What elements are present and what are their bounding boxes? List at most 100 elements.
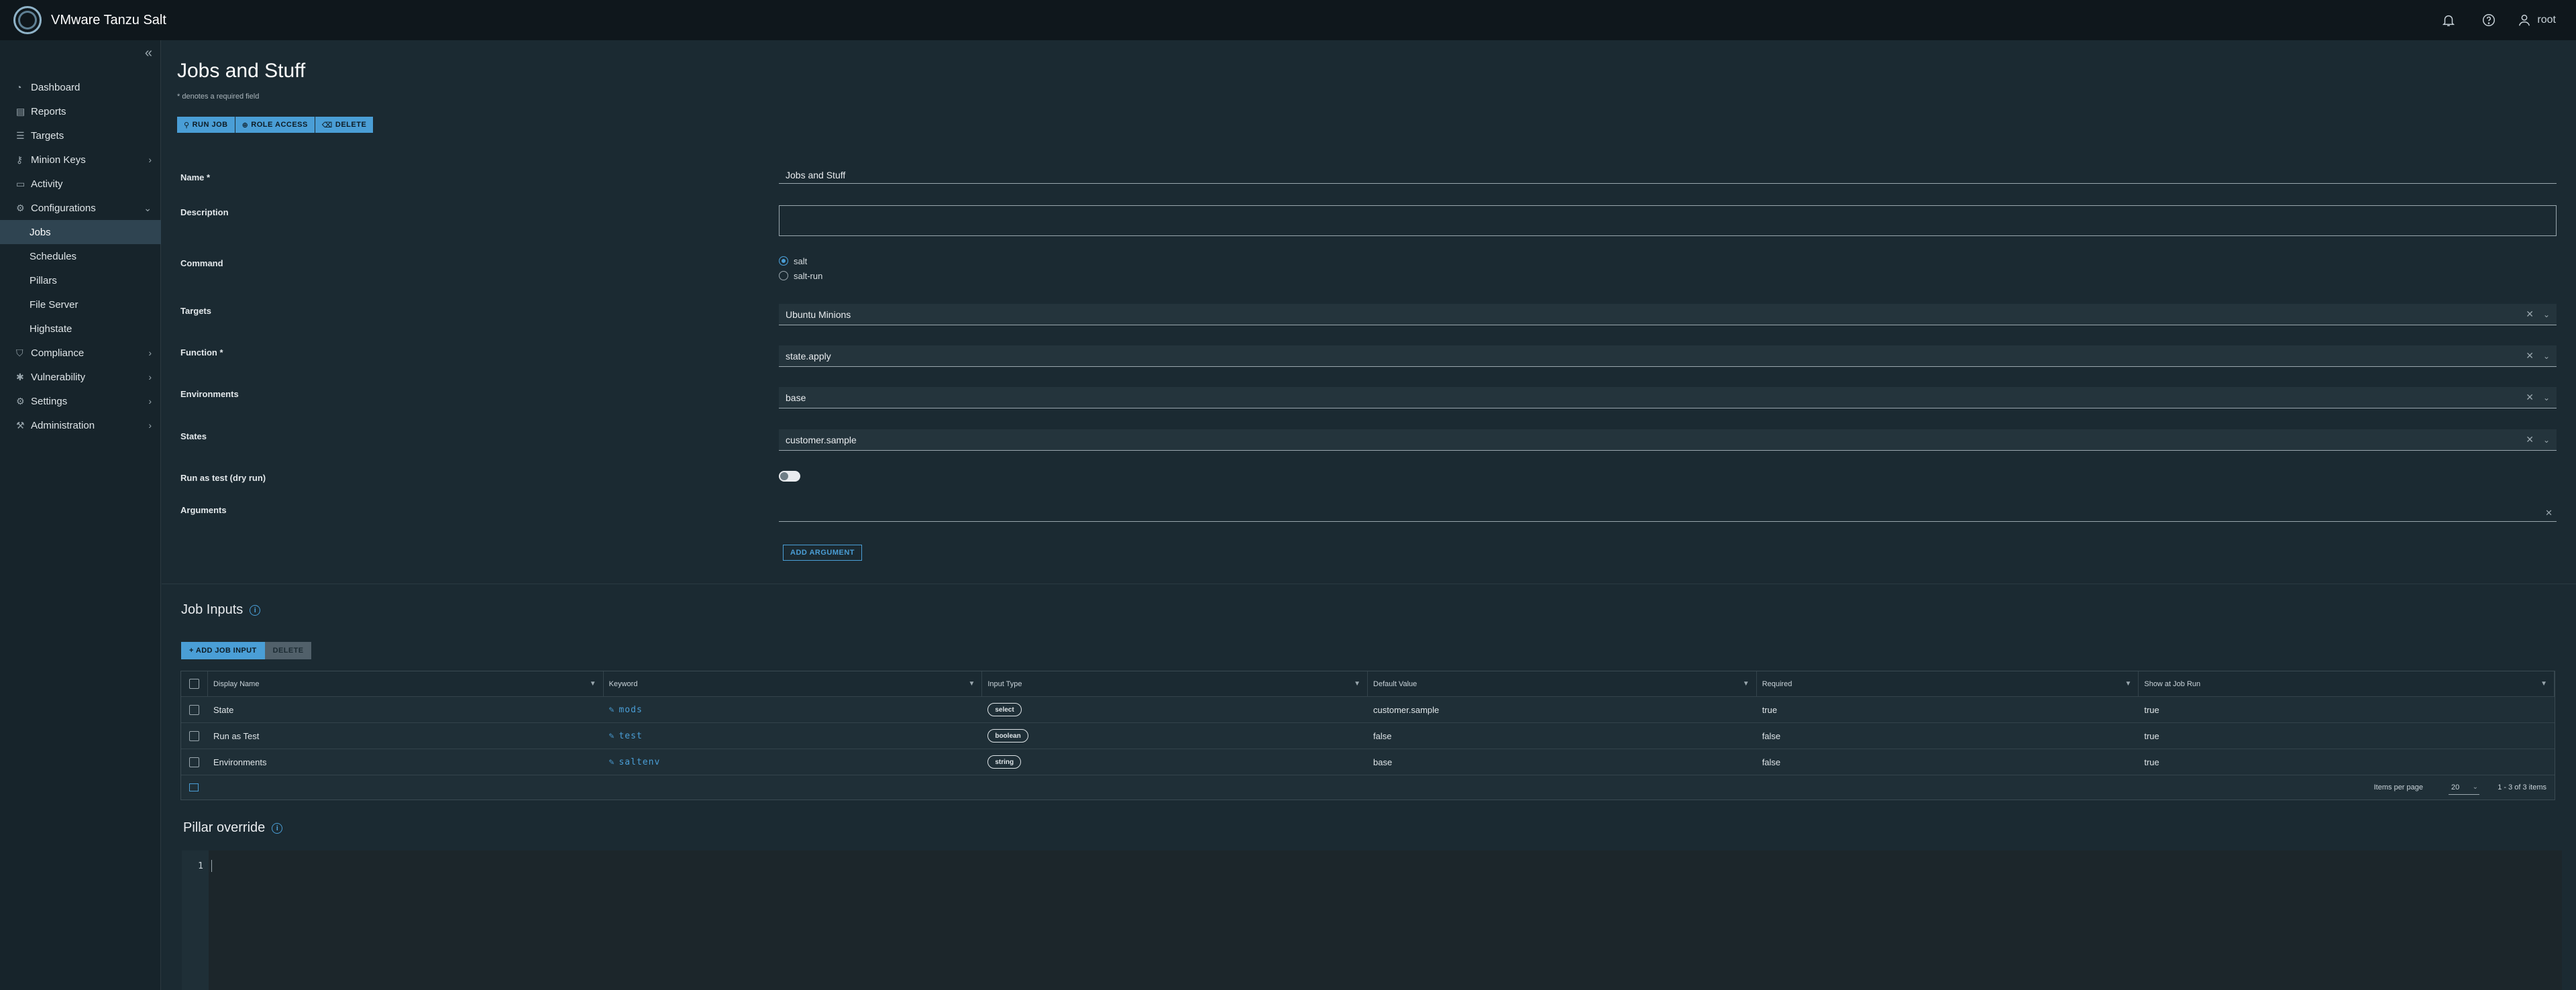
sidebar-item-compliance[interactable]: ⛉ Compliance › xyxy=(0,341,161,365)
column-header-input-type[interactable]: Input Type ▼ xyxy=(982,671,1368,696)
cell-required: false xyxy=(1762,730,1781,741)
info-icon[interactable]: i xyxy=(250,604,261,616)
command-option-salt-run[interactable]: salt-run xyxy=(779,268,2557,283)
sidebar-item-activity[interactable]: ▭ Activity xyxy=(0,172,161,196)
filter-icon[interactable]: ▼ xyxy=(590,680,596,688)
name-label: Name * xyxy=(180,172,211,182)
run-job-button[interactable]: ⚲ RUN JOB xyxy=(177,117,235,133)
column-toggle-icon[interactable] xyxy=(189,783,199,791)
add-argument-button[interactable]: ADD ARGUMENT xyxy=(783,545,863,561)
column-header-keyword[interactable]: Keyword ▼ xyxy=(604,671,983,696)
arguments-input[interactable]: ✕ xyxy=(779,504,2557,522)
select-all-checkbox[interactable] xyxy=(189,679,199,689)
function-value: state.apply xyxy=(786,350,831,362)
wrench-icon: ⚒ xyxy=(16,419,25,431)
cell-default-value: customer.sample xyxy=(1373,704,1440,715)
table-row: State ✎ mods select customer.sample true … xyxy=(181,697,2555,723)
filter-icon[interactable]: ▼ xyxy=(968,680,975,688)
radio-label: salt xyxy=(794,256,808,266)
pillar-editor[interactable]: 1 xyxy=(182,850,2562,990)
chevron-down-icon[interactable]: ⌄ xyxy=(2543,435,2550,445)
column-header-show-at-job-run[interactable]: Show at Job Run ▼ xyxy=(2139,671,2555,696)
states-select[interactable]: customer.sample ✕ ⌄ xyxy=(779,429,2557,451)
radio-unselected[interactable] xyxy=(779,271,788,280)
dry-run-toggle[interactable] xyxy=(779,471,800,482)
cell-display-name: Environments xyxy=(213,757,267,767)
chevron-down-icon[interactable]: ⌄ xyxy=(2543,351,2550,361)
keyword-link[interactable]: ✎ saltenv xyxy=(609,757,661,767)
sidebar-item-label: Pillars xyxy=(30,274,57,286)
collapse-sidebar-icon[interactable]: « xyxy=(145,46,152,61)
sidebar-item-jobs[interactable]: Jobs xyxy=(0,220,161,244)
sidebar-item-highstate[interactable]: Highstate xyxy=(0,317,161,341)
function-select[interactable]: state.apply ✕ ⌄ xyxy=(779,345,2557,367)
sidebar-item-configurations[interactable]: ⚙ Configurations ⌄ xyxy=(0,196,161,220)
description-input[interactable] xyxy=(779,205,2557,236)
environments-field-wrap: base ✕ ⌄ xyxy=(779,387,2557,408)
sidebar-item-label: Dashboard xyxy=(31,81,80,93)
keyword-link[interactable]: ✎ mods xyxy=(609,705,643,715)
sidebar-item-pillars[interactable]: Pillars xyxy=(0,268,161,292)
app-header: VMware Tanzu Salt root xyxy=(0,0,2576,40)
table-footer: Items per page 20 ⌄ 1 - 3 of 3 items xyxy=(181,775,2555,800)
keyword-link[interactable]: ✎ test xyxy=(609,731,643,741)
command-option-salt[interactable]: salt xyxy=(779,254,2557,268)
chevron-down-icon[interactable]: ⌄ xyxy=(2543,310,2550,319)
chevron-right-icon: › xyxy=(148,420,152,431)
sidebar-item-file-server[interactable]: File Server xyxy=(0,292,161,317)
chevron-down-icon[interactable]: ⌄ xyxy=(2543,393,2550,402)
column-label: Input Type xyxy=(987,679,1022,688)
sidebar-item-vulnerability[interactable]: ✱ Vulnerability › xyxy=(0,365,161,389)
items-per-page-select[interactable]: 20 ⌄ xyxy=(2449,780,2479,795)
clear-icon[interactable]: ✕ xyxy=(2526,434,2534,445)
sidebar-item-schedules[interactable]: Schedules xyxy=(0,244,161,268)
environments-select[interactable]: base ✕ ⌄ xyxy=(779,387,2557,408)
sidebar-nav: ◔ Dashboard ▤ Reports ☰ Targets ⚷ Minion Key… xyxy=(0,75,161,437)
row-checkbox[interactable] xyxy=(189,704,200,715)
sidebar-item-minion-keys[interactable]: ⚷ Minion Keys › xyxy=(0,148,161,172)
row-checkbox[interactable] xyxy=(189,757,200,767)
info-icon[interactable]: i xyxy=(272,822,283,834)
clear-icon[interactable]: ✕ xyxy=(2526,392,2534,403)
sidebar-item-reports[interactable]: ▤ Reports xyxy=(0,99,161,123)
sidebar-item-label: File Server xyxy=(30,298,78,311)
bell-icon[interactable] xyxy=(2428,0,2469,40)
editor-code-area[interactable] xyxy=(209,850,2562,990)
clear-icon[interactable]: ✕ xyxy=(2526,309,2534,320)
radio-selected[interactable] xyxy=(779,256,788,266)
brand[interactable]: VMware Tanzu Salt xyxy=(13,6,166,34)
column-header-required[interactable]: Required ▼ xyxy=(1757,671,2139,696)
clear-icon[interactable]: ✕ xyxy=(2545,508,2553,518)
filter-icon[interactable]: ▼ xyxy=(2540,680,2547,688)
filter-icon[interactable]: ▼ xyxy=(1743,680,1750,688)
delete-label: DELETE xyxy=(335,121,367,129)
sidebar-item-label: Jobs xyxy=(30,226,51,238)
row-checkbox[interactable] xyxy=(189,730,200,741)
states-field-wrap: customer.sample ✕ ⌄ xyxy=(779,429,2557,451)
delete-job-input-button[interactable]: DELETE xyxy=(264,642,312,659)
delete-job-button[interactable]: ⌫ DELETE xyxy=(315,117,374,133)
header-actions: root xyxy=(2428,0,2564,40)
column-header-display-name[interactable]: Display Name ▼ xyxy=(208,671,604,696)
column-header-default-value[interactable]: Default Value ▼ xyxy=(1368,671,1757,696)
select-all-cell xyxy=(181,671,208,696)
filter-icon[interactable]: ▼ xyxy=(1354,680,1360,688)
sidebar-item-label: Targets xyxy=(31,129,64,142)
sidebar-item-label: Activity xyxy=(31,178,63,190)
add-job-input-button[interactable]: + ADD JOB INPUT xyxy=(181,642,265,659)
sidebar-item-dashboard[interactable]: ◔ Dashboard xyxy=(0,75,161,99)
help-icon[interactable] xyxy=(2469,0,2509,40)
filter-icon[interactable]: ▼ xyxy=(2125,680,2131,688)
name-input[interactable]: Jobs and Stuff xyxy=(779,166,2557,184)
user-menu[interactable]: root xyxy=(2509,13,2564,28)
sidebar-item-settings[interactable]: ⚙ Settings › xyxy=(0,389,161,413)
sidebar-item-label: Minion Keys xyxy=(31,154,86,166)
sidebar-item-targets[interactable]: ☰ Targets xyxy=(0,123,161,148)
targets-select[interactable]: Ubuntu Minions ✕ ⌄ xyxy=(779,304,2557,325)
clear-icon[interactable]: ✕ xyxy=(2526,350,2534,362)
sidebar-item-label: Configurations xyxy=(31,202,96,214)
role-access-button[interactable]: ⊕ ROLE ACCESS xyxy=(235,117,315,133)
sidebar-item-administration[interactable]: ⚒ Administration › xyxy=(0,413,161,437)
pagination-range: 1 - 3 of 3 items xyxy=(2498,783,2546,791)
sidebar-item-label: Schedules xyxy=(30,250,77,262)
